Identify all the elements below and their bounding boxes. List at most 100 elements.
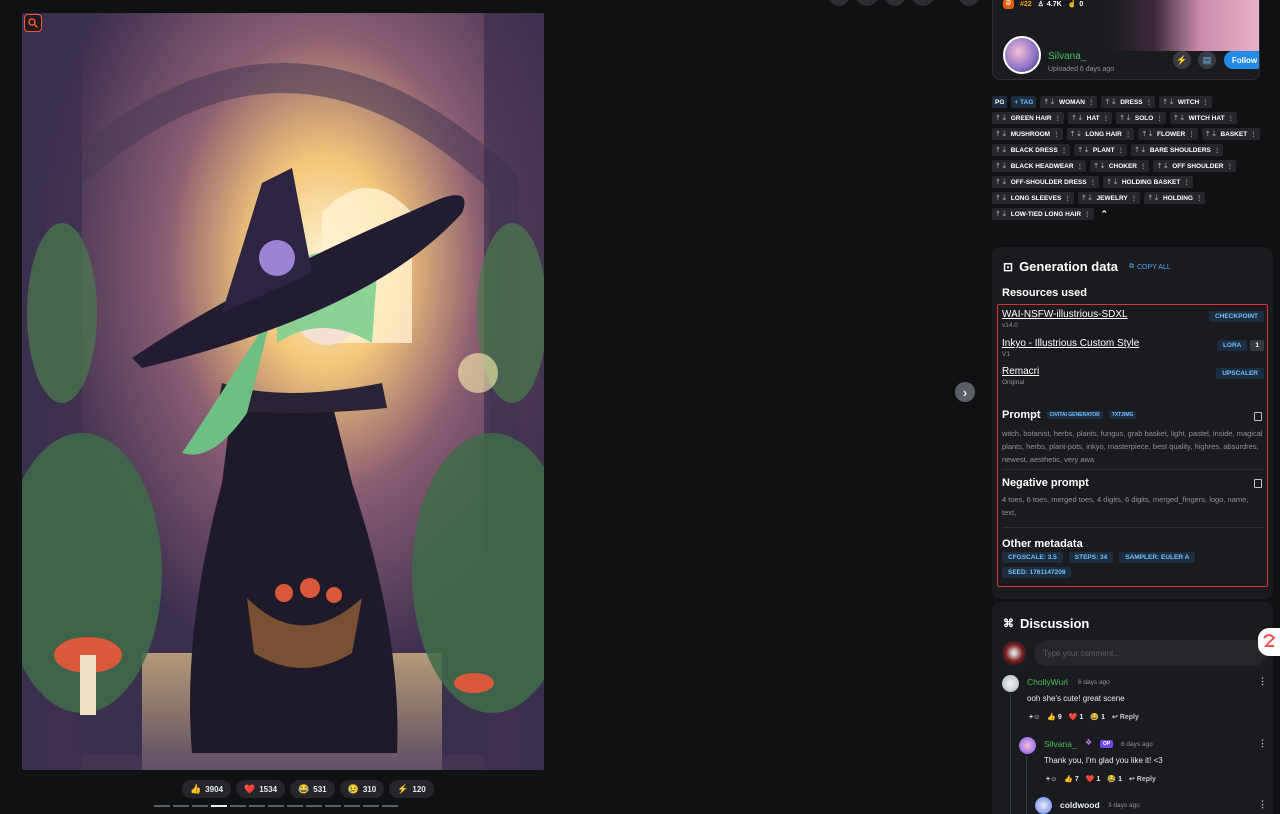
toolbar-button[interactable]: [884, 0, 906, 6]
comment-menu-icon[interactable]: ⋮: [1258, 799, 1267, 810]
vote-arrows-icon[interactable]: ⇡⇣: [995, 178, 1008, 186]
reply-button[interactable]: ↩ Reply: [1112, 713, 1139, 721]
comment-avatar[interactable]: [1002, 675, 1019, 692]
tag-menu-icon[interactable]: ⋮: [1202, 98, 1209, 106]
tag-menu-icon[interactable]: ⋮: [1156, 114, 1163, 122]
like-reaction[interactable]: 👍 9: [1047, 713, 1062, 721]
tag-chip[interactable]: ⇡⇣ BARE SHOULDERS ⋮: [1131, 144, 1224, 156]
message-button[interactable]: ▤: [1198, 51, 1216, 69]
page-dot[interactable]: [287, 805, 303, 807]
tag-chip[interactable]: ⇡⇣ PLANT ⋮: [1074, 144, 1128, 156]
vote-arrows-icon[interactable]: ⇡⇣: [1071, 114, 1084, 122]
tag-chip[interactable]: ⇡⇣ GREEN HAIR ⋮: [992, 112, 1065, 124]
comment-menu-icon[interactable]: ⋮: [1258, 676, 1267, 687]
page-dot[interactable]: [344, 805, 360, 807]
tag-chip[interactable]: ⇡⇣ CHOKER ⋮: [1090, 160, 1150, 172]
page-dot[interactable]: [268, 805, 284, 807]
tag-menu-icon[interactable]: ⋮: [1196, 194, 1203, 202]
creator-name[interactable]: Silvana_: [1048, 51, 1086, 62]
page-dot[interactable]: [306, 805, 322, 807]
tag-menu-icon[interactable]: ⋮: [1125, 130, 1132, 138]
vote-arrows-icon[interactable]: ⇡⇣: [1070, 130, 1083, 138]
copy-negative-icon[interactable]: [1254, 479, 1262, 488]
vote-arrows-icon[interactable]: ⇡⇣: [995, 194, 1008, 202]
reaction-buzz-button[interactable]: ⚡ 120: [389, 780, 434, 798]
page-dot-active[interactable]: [211, 805, 227, 807]
tag-chip[interactable]: ⇡⇣ BASKET ⋮: [1201, 128, 1260, 140]
vote-arrows-icon[interactable]: ⇡⇣: [995, 146, 1008, 154]
tag-menu-icon[interactable]: ⋮: [1146, 98, 1153, 106]
tag-chip[interactable]: ⇡⇣ WITCH HAT ⋮: [1169, 112, 1238, 124]
tag-menu-icon[interactable]: ⋮: [1118, 146, 1125, 154]
tag-menu-icon[interactable]: ⋮: [1228, 114, 1235, 122]
tag-chip[interactable]: ⇡⇣ DRESS ⋮: [1101, 96, 1156, 108]
vote-arrows-icon[interactable]: ⇡⇣: [1173, 114, 1186, 122]
tag-chip[interactable]: ⇡⇣ JEWELRY ⋮: [1077, 192, 1141, 204]
tag-chip[interactable]: ⇡⇣ SOLO ⋮: [1116, 112, 1166, 124]
tag-menu-icon[interactable]: ⋮: [1055, 114, 1062, 122]
tag-menu-icon[interactable]: ⋮: [1084, 210, 1091, 218]
page-dot[interactable]: [249, 805, 265, 807]
page-dot[interactable]: [173, 805, 189, 807]
tag-chip[interactable]: ⇡⇣ BLACK DRESS ⋮: [992, 144, 1071, 156]
tag-chip[interactable]: ⇡⇣ WOMAN ⋮: [1040, 96, 1098, 108]
tag-menu-icon[interactable]: ⋮: [1088, 98, 1095, 106]
collapse-tags-icon[interactable]: ⌃: [1098, 208, 1112, 220]
vote-arrows-icon[interactable]: ⇡⇣: [1106, 178, 1119, 186]
tag-menu-icon[interactable]: ⋮: [1227, 162, 1234, 170]
tag-menu-icon[interactable]: ⋮: [1140, 162, 1147, 170]
tag-chip[interactable]: ⇡⇣ FLOWER ⋮: [1138, 128, 1198, 140]
vote-arrows-icon[interactable]: ⇡⇣: [1134, 146, 1147, 154]
vote-arrows-icon[interactable]: ⇡⇣: [1077, 146, 1090, 154]
tag-chip[interactable]: ⇡⇣ MUSHROOM ⋮: [992, 128, 1063, 140]
vote-arrows-icon[interactable]: ⇡⇣: [1081, 194, 1094, 202]
tag-chip[interactable]: ⇡⇣ HOLDING ⋮: [1144, 192, 1206, 204]
comment-menu-icon[interactable]: ⋮: [1258, 738, 1267, 749]
tag-menu-icon[interactable]: ⋮: [1090, 178, 1097, 186]
tag-chip[interactable]: ⇡⇣ OFF SHOULDER ⋮: [1153, 160, 1236, 172]
add-reaction-icon[interactable]: +☺: [1029, 714, 1040, 721]
toolbar-button[interactable]: [912, 0, 934, 6]
tag-chip[interactable]: ⇡⇣ BLACK HEADWEAR ⋮: [992, 160, 1087, 172]
close-button[interactable]: [958, 0, 980, 6]
reply-button[interactable]: ↩ Reply: [1129, 775, 1156, 783]
tag-chip[interactable]: ⇡⇣ WITCH ⋮: [1159, 96, 1212, 108]
tag-chip[interactable]: ⇡⇣ LONG SLEEVES ⋮: [992, 192, 1074, 204]
tag-chip[interactable]: ⇡⇣ OFF-SHOULDER DRESS ⋮: [992, 176, 1100, 188]
tag-menu-icon[interactable]: ⋮: [1053, 130, 1060, 138]
tip-button[interactable]: ⚡: [1173, 51, 1191, 69]
vote-arrows-icon[interactable]: ⇡⇣: [1093, 162, 1106, 170]
next-image-button[interactable]: ›: [955, 382, 975, 402]
like-reaction[interactable]: 👍 7: [1064, 775, 1079, 783]
copy-prompt-icon[interactable]: [1254, 412, 1262, 421]
vote-arrows-icon[interactable]: ⇡⇣: [995, 210, 1008, 218]
vote-arrows-icon[interactable]: ⇡⇣: [1156, 162, 1169, 170]
tag-chip[interactable]: ⇡⇣ HOLDING BASKET ⋮: [1103, 176, 1193, 188]
tag-menu-icon[interactable]: ⋮: [1183, 178, 1190, 186]
browser-extension-icon[interactable]: [1258, 628, 1280, 656]
comment-avatar[interactable]: [1035, 797, 1052, 814]
tag-menu-icon[interactable]: ⋮: [1214, 146, 1221, 154]
tag-chip[interactable]: ⇡⇣ LOW-TIED LONG HAIR ⋮: [992, 208, 1094, 220]
creator-avatar[interactable]: [1003, 36, 1041, 74]
vote-arrows-icon[interactable]: ⇡⇣: [995, 114, 1008, 122]
tag-menu-icon[interactable]: ⋮: [1103, 114, 1110, 122]
vote-arrows-icon[interactable]: ⇡⇣: [995, 130, 1008, 138]
comment-avatar[interactable]: [1019, 737, 1036, 754]
reaction-like-button[interactable]: 👍 3904: [182, 780, 232, 798]
vote-arrows-icon[interactable]: ⇡⇣: [1141, 130, 1154, 138]
comment-author[interactable]: Silvana_: [1044, 739, 1077, 749]
tag-menu-icon[interactable]: ⋮: [1077, 162, 1084, 170]
page-dot[interactable]: [154, 805, 170, 807]
tag-chip[interactable]: ⇡⇣ HAT ⋮: [1068, 112, 1113, 124]
reaction-heart-button[interactable]: ❤️ 1534: [236, 780, 286, 798]
vote-arrows-icon[interactable]: ⇡⇣: [1205, 130, 1218, 138]
comment-input[interactable]: Type your comment...: [1034, 640, 1266, 666]
heart-reaction[interactable]: ❤️ 1: [1086, 775, 1101, 783]
page-dot[interactable]: [382, 805, 398, 807]
tag-menu-icon[interactable]: ⋮: [1064, 194, 1071, 202]
heart-reaction[interactable]: ❤️ 1: [1069, 713, 1084, 721]
vote-arrows-icon[interactable]: ⇡⇣: [1147, 194, 1160, 202]
toolbar-button[interactable]: [828, 0, 850, 6]
laugh-reaction[interactable]: 😂 1: [1090, 713, 1105, 721]
